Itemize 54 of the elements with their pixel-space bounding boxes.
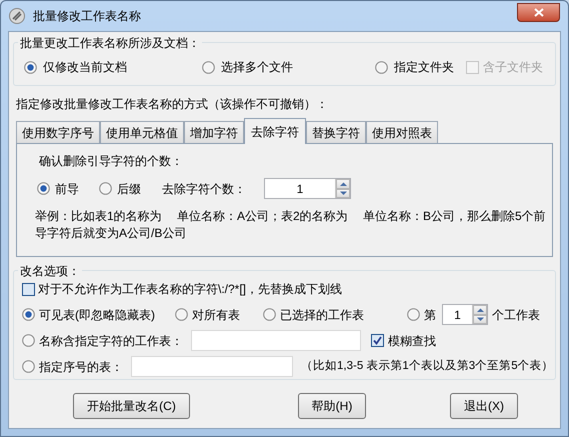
radio-label: 第 [424,306,436,324]
sheet-spinner[interactable]: 1 [442,304,488,325]
radio-button[interactable] [202,60,215,74]
radio-label: 指定文件夹 [394,59,454,76]
radio-label: 名称含指定字符的工作表： [39,332,183,350]
dialog-button[interactable]: 开始批量改名(C) [73,393,190,419]
tab[interactable]: 使用对照表 [366,121,438,143]
example-text: 举例：比如表1的名称为 单位名称：A公司；表2的名称为 单位名称：B公司，那么删除5个前导字符后就变为A公司/B公司 [34,208,547,242]
tab[interactable]: 增加字符 [184,121,244,143]
dialog-button[interactable]: 帮助(H) [298,393,366,419]
tab[interactable]: 使用数字序号 [16,121,100,143]
close-button[interactable] [517,2,560,22]
method-label: 指定修改批量修改工作表名称的方式（该操作不可撤销）： [16,96,329,113]
spin-up-icon[interactable] [336,179,350,188]
close-icon [534,8,544,16]
checkbox[interactable] [22,282,35,296]
radio-selected[interactable] [22,308,35,321]
checkbox-label: 模糊查找 [388,332,436,350]
checkbox-label: 含子文件夹 [483,59,543,76]
hint-text: （比如1,3-5 表示第1个表以及第3个至第5个表） [301,358,554,374]
radio-label: 前导 [55,180,79,198]
radio-selected[interactable] [37,182,50,195]
window-title: 批量修改工作表名称 [33,8,141,25]
prompt-label: 确认删除引导字符的个数： [39,153,184,170]
count-spinner[interactable]: 1 [264,178,351,199]
radio-button[interactable] [175,308,188,321]
radio-button[interactable] [407,308,420,321]
group-legend: 批量更改工作表名称所涉及文档： [18,34,202,52]
input-field[interactable] [191,330,361,351]
radio-button[interactable] [22,334,35,347]
radio-button[interactable] [263,308,276,321]
radio-label: 仅修改当前文档 [43,59,127,76]
app-logo-icon [9,8,25,24]
tab[interactable]: 去除字符 [244,118,306,144]
input-field[interactable] [131,356,293,377]
radio-label: 后缀 [117,180,141,198]
tab[interactable]: 替换字符 [306,121,366,143]
radio-label: 可见表(即忽略隐藏表) [39,306,155,324]
radio-label: 已选择的工作表 [280,306,364,324]
group-legend: 改名选项： [18,262,82,280]
tab[interactable]: 使用单元格值 [100,121,184,143]
radio-button[interactable] [99,182,112,195]
radio-selected[interactable] [24,60,37,74]
spin-up-icon[interactable] [473,305,487,314]
radio-label: 指定序号的表： [39,358,123,376]
count-label: 去除字符个数： [162,180,246,198]
suffix-label: 个工作表 [492,306,540,324]
radio-button[interactable] [375,60,388,74]
radio-label: 选择多个文件 [221,59,293,76]
checkbox-label: 对于不允许作为工作表名称的字符\:/?*[]，先替换成下划线 [38,281,342,298]
radio-label: 对所有表 [192,306,240,324]
radio-button[interactable] [22,360,35,373]
dialog-button[interactable]: 退出(X) [450,393,518,419]
checkbox-checked[interactable] [371,334,384,347]
